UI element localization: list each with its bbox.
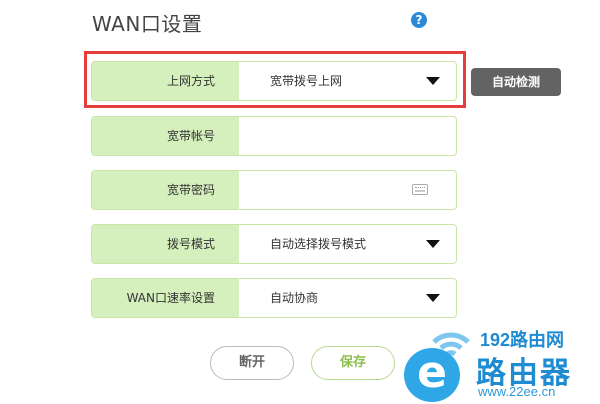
highlight-box — [84, 51, 466, 108]
watermark-url: www.22ee.cn — [478, 384, 556, 399]
wan-speed-value: 自动协商 — [270, 291, 319, 305]
account-label: 宽带帐号 — [92, 117, 239, 155]
help-icon[interactable]: ? — [411, 12, 427, 28]
wan-speed-label: WAN口速率设置 — [92, 279, 239, 317]
keyboard-icon[interactable] — [412, 184, 428, 195]
page-title: WAN口设置 — [92, 12, 203, 36]
disconnect-button[interactable]: 断开 — [210, 346, 294, 380]
chevron-down-icon[interactable] — [426, 294, 440, 302]
password-field[interactable]: 宽带密码 — [91, 170, 457, 210]
wan-speed-select[interactable]: WAN口速率设置 自动协商 — [91, 278, 457, 318]
password-label: 宽带密码 — [92, 171, 239, 209]
dial-mode-value: 自动选择拨号模式 — [270, 237, 367, 251]
dial-mode-select[interactable]: 拨号模式 自动选择拨号模式 — [91, 224, 457, 264]
account-field[interactable]: 宽带帐号 — [91, 116, 457, 156]
watermark-logo: e — [404, 348, 460, 402]
save-button[interactable]: 保存 — [311, 346, 395, 380]
dial-mode-label: 拨号模式 — [92, 225, 239, 263]
auto-detect-button[interactable]: 自动检测 — [471, 68, 561, 96]
chevron-down-icon[interactable] — [426, 240, 440, 248]
